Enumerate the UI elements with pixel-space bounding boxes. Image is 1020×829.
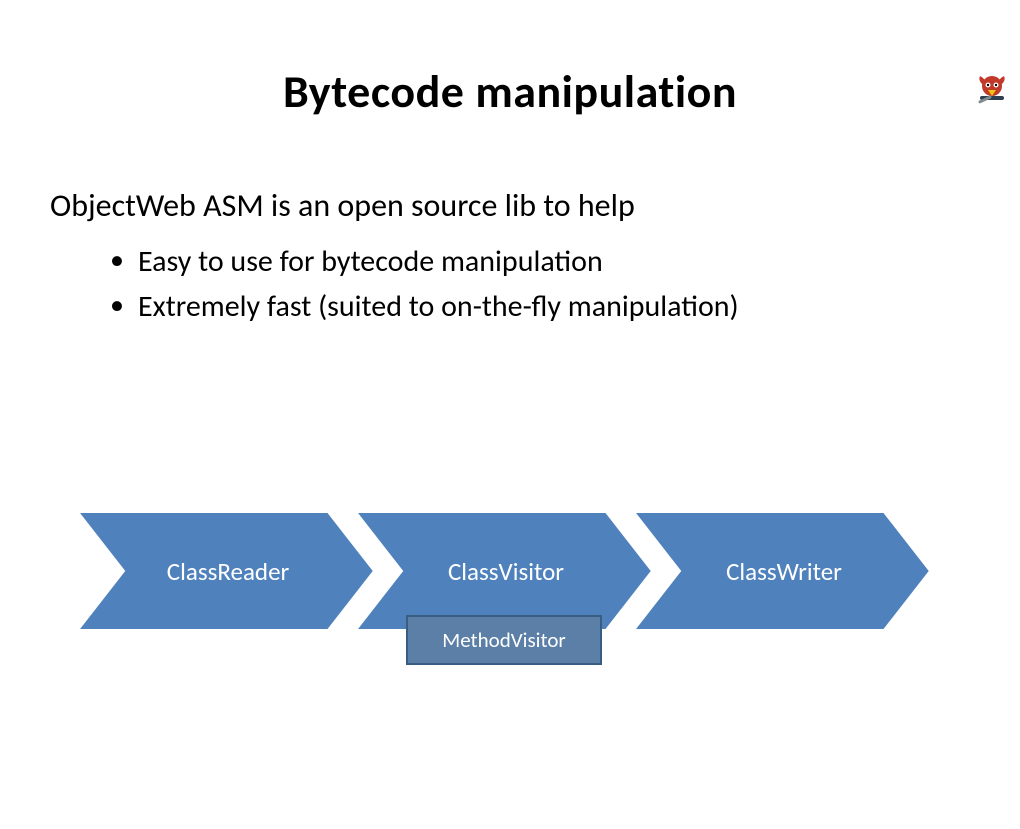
sub-box-label: MethodVisitor bbox=[442, 627, 565, 653]
sub-box-methodvisitor: MethodVisitor bbox=[406, 615, 602, 665]
chevron-classreader: ClassReader bbox=[78, 512, 374, 630]
slide-title: Bytecode manipulation bbox=[0, 64, 1020, 120]
bullet-item: Easy to use for bytecode manipulation bbox=[110, 239, 970, 284]
mascot-icon bbox=[974, 72, 1010, 108]
bullet-list: Easy to use for bytecode manipulation Ex… bbox=[50, 239, 970, 329]
chevron-label: ClassWriter bbox=[684, 512, 884, 630]
chevron-classwriter: ClassWriter bbox=[634, 512, 930, 630]
chevron-classvisitor: ClassVisitor bbox=[356, 512, 652, 630]
bullet-item: Extremely fast (suited to on-the-fly man… bbox=[110, 284, 970, 329]
slide-body: ObjectWeb ASM is an open source lib to h… bbox=[0, 184, 1020, 329]
chevron-label: ClassVisitor bbox=[406, 512, 606, 630]
chevron-label: ClassReader bbox=[128, 512, 328, 630]
lead-text: ObjectWeb ASM is an open source lib to h… bbox=[50, 184, 970, 227]
process-diagram: ClassReader ClassVisitor ClassWriter Met… bbox=[78, 512, 938, 692]
